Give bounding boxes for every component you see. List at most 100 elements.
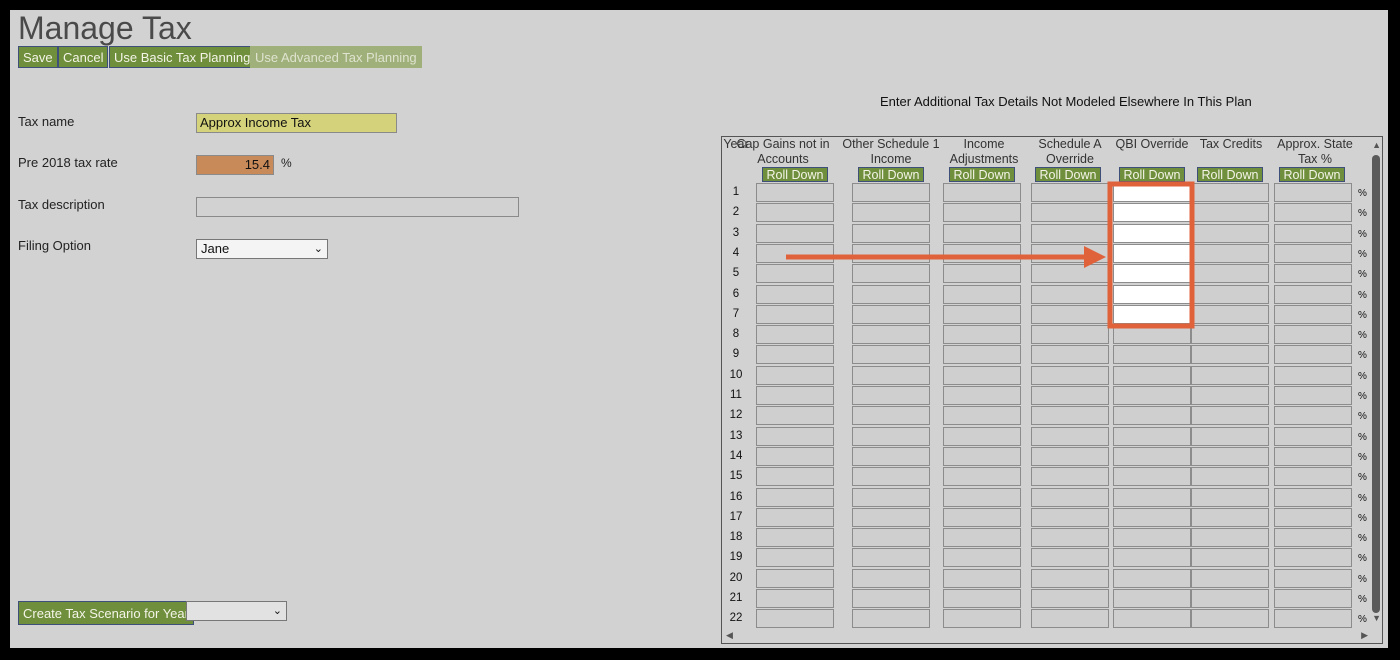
grid-cell-input[interactable] [1113, 345, 1191, 364]
grid-cell-input[interactable] [1274, 386, 1352, 405]
grid-cell-input[interactable] [756, 589, 834, 608]
grid-cell-input[interactable] [1274, 224, 1352, 243]
grid-cell-input[interactable] [1191, 285, 1269, 304]
scenario-year-select[interactable]: ⌄ [186, 601, 287, 621]
grid-cell-input[interactable] [1031, 264, 1109, 283]
scroll-up-icon[interactable]: ▲ [1372, 140, 1381, 150]
grid-cell-input[interactable] [756, 569, 834, 588]
grid-cell-input[interactable] [1031, 203, 1109, 222]
grid-cell-input[interactable] [1031, 589, 1109, 608]
grid-cell-input[interactable] [852, 224, 930, 243]
grid-cell-input[interactable] [1274, 305, 1352, 324]
grid-cell-input[interactable] [1031, 224, 1109, 243]
grid-cell-input[interactable] [943, 589, 1021, 608]
grid-cell-input[interactable] [852, 325, 930, 344]
grid-cell-input[interactable] [852, 528, 930, 547]
grid-cell-input[interactable] [943, 427, 1021, 446]
grid-cell-input[interactable] [852, 244, 930, 263]
grid-cell-input[interactable] [756, 325, 834, 344]
grid-cell-input[interactable] [1113, 488, 1191, 507]
grid-cell-input[interactable] [756, 264, 834, 283]
grid-cell-input[interactable] [1031, 609, 1109, 628]
grid-cell-input[interactable] [1191, 508, 1269, 527]
grid-cell-input[interactable] [1274, 285, 1352, 304]
grid-cell-input[interactable] [1191, 366, 1269, 385]
grid-cell-input[interactable] [1191, 264, 1269, 283]
grid-cell-input[interactable] [756, 203, 834, 222]
grid-cell-input[interactable] [1191, 305, 1269, 324]
grid-cell-input[interactable] [756, 528, 834, 547]
grid-cell-input[interactable] [852, 447, 930, 466]
grid-cell-input[interactable] [1031, 345, 1109, 364]
grid-cell-input[interactable] [943, 345, 1021, 364]
grid-cell-input[interactable] [1113, 467, 1191, 486]
grid-cell-input[interactable] [852, 366, 930, 385]
grid-cell-input[interactable] [1113, 406, 1191, 425]
grid-cell-input[interactable] [1031, 183, 1109, 202]
grid-cell-input[interactable] [852, 467, 930, 486]
grid-cell-input[interactable] [943, 609, 1021, 628]
grid-cell-input[interactable] [1191, 244, 1269, 263]
grid-cell-input[interactable] [1274, 528, 1352, 547]
grid-cell-input[interactable] [756, 508, 834, 527]
grid-cell-input[interactable] [1191, 183, 1269, 202]
scroll-right-icon[interactable]: ▶ [1361, 630, 1368, 641]
grid-cell-input[interactable] [1274, 508, 1352, 527]
scroll-down-icon[interactable]: ▼ [1372, 613, 1381, 623]
grid-cell-input[interactable] [852, 203, 930, 222]
grid-cell-input[interactable] [943, 325, 1021, 344]
grid-cell-input[interactable] [852, 183, 930, 202]
roll-down-button[interactable]: Roll Down [1119, 167, 1185, 182]
grid-cell-input[interactable] [756, 345, 834, 364]
scroll-left-icon[interactable]: ◀ [726, 630, 733, 641]
grid-cell-input[interactable] [943, 366, 1021, 385]
grid-cell-input[interactable] [1274, 244, 1352, 263]
grid-cell-input[interactable] [1274, 589, 1352, 608]
grid-cell-input[interactable] [1274, 203, 1352, 222]
grid-cell-input[interactable] [756, 609, 834, 628]
grid-cell-input[interactable] [1191, 548, 1269, 567]
grid-cell-input[interactable] [943, 488, 1021, 507]
grid-cell-input[interactable] [1191, 406, 1269, 425]
grid-cell-input[interactable] [1031, 366, 1109, 385]
grid-cell-input[interactable] [943, 548, 1021, 567]
grid-cell-input[interactable] [1113, 305, 1191, 324]
grid-cell-input[interactable] [1191, 224, 1269, 243]
roll-down-button[interactable]: Roll Down [1279, 167, 1345, 182]
grid-cell-input[interactable] [1113, 183, 1191, 202]
grid-cell-input[interactable] [756, 183, 834, 202]
grid-cell-input[interactable] [943, 386, 1021, 405]
grid-cell-input[interactable] [1031, 447, 1109, 466]
grid-cell-input[interactable] [1191, 345, 1269, 364]
grid-cell-input[interactable] [1031, 285, 1109, 304]
grid-cell-input[interactable] [756, 224, 834, 243]
grid-cell-input[interactable] [943, 406, 1021, 425]
grid-cell-input[interactable] [1274, 325, 1352, 344]
tax-rate-input[interactable]: 15.4 [196, 155, 274, 175]
grid-cell-input[interactable] [852, 488, 930, 507]
grid-cell-input[interactable] [756, 406, 834, 425]
grid-cell-input[interactable] [1191, 467, 1269, 486]
grid-cell-input[interactable] [852, 609, 930, 628]
grid-cell-input[interactable] [852, 345, 930, 364]
grid-cell-input[interactable] [852, 548, 930, 567]
grid-cell-input[interactable] [852, 406, 930, 425]
grid-cell-input[interactable] [943, 528, 1021, 547]
grid-cell-input[interactable] [1031, 386, 1109, 405]
grid-cell-input[interactable] [756, 244, 834, 263]
grid-cell-input[interactable] [943, 447, 1021, 466]
grid-cell-input[interactable] [756, 285, 834, 304]
grid-cell-input[interactable] [943, 467, 1021, 486]
grid-cell-input[interactable] [1113, 447, 1191, 466]
grid-cell-input[interactable] [943, 305, 1021, 324]
cancel-button[interactable]: Cancel [58, 46, 109, 68]
grid-cell-input[interactable] [756, 366, 834, 385]
roll-down-button[interactable]: Roll Down [1197, 167, 1263, 182]
grid-cell-input[interactable] [1113, 386, 1191, 405]
grid-cell-input[interactable] [1031, 528, 1109, 547]
grid-cell-input[interactable] [756, 447, 834, 466]
grid-cell-input[interactable] [1113, 285, 1191, 304]
grid-cell-input[interactable] [1031, 427, 1109, 446]
grid-cell-input[interactable] [1191, 325, 1269, 344]
grid-cell-input[interactable] [852, 427, 930, 446]
